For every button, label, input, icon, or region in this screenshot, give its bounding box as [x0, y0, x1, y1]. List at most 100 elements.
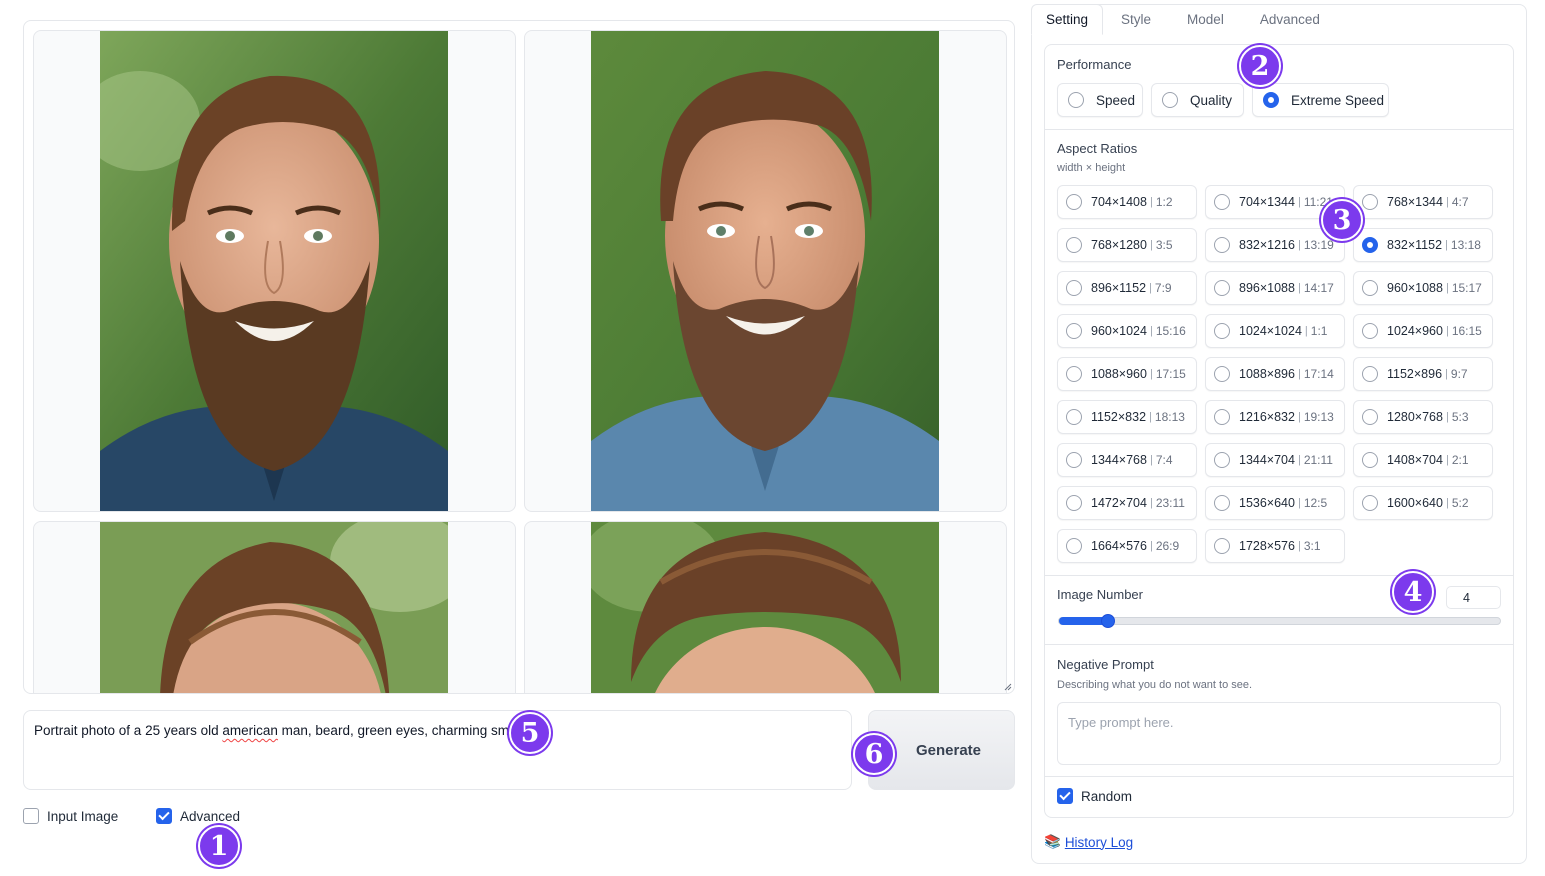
aspect-size: 1728×576	[1239, 539, 1295, 553]
aspect-ratio-option[interactable]: 1024×960 | 16:15	[1353, 314, 1493, 348]
separator: |	[1445, 325, 1449, 337]
aspect-ratio-option[interactable]: 1344×768 | 7:4	[1057, 443, 1197, 477]
aspect-size: 1280×768	[1387, 410, 1443, 424]
image-gallery	[23, 20, 1015, 694]
aspect-ratio-value: 21:11	[1303, 453, 1333, 467]
aspect-size: 1152×896	[1387, 367, 1443, 381]
aspect-ratio-option[interactable]: 1024×1024 | 1:1	[1205, 314, 1345, 348]
separator: |	[1445, 196, 1449, 208]
radio-icon	[1066, 194, 1082, 210]
separator: |	[1149, 497, 1153, 509]
step-badge-2: 2	[1239, 45, 1281, 87]
radio-icon	[1214, 409, 1230, 425]
performance-option-speed[interactable]: Speed	[1057, 83, 1143, 117]
radio-icon	[1214, 366, 1230, 382]
step-badge-6: 6	[853, 733, 895, 775]
aspect-ratio-value: 9:7	[1450, 367, 1468, 381]
gallery-image-4[interactable]	[524, 521, 1007, 693]
aspect-ratio-option[interactable]: 1152×896 | 9:7	[1353, 357, 1493, 391]
aspect-ratio-value: 15:17	[1451, 281, 1482, 295]
input-image-checkbox[interactable]: Input Image	[23, 808, 118, 824]
tab-setting[interactable]: Setting	[1031, 4, 1104, 35]
aspect-ratio-option[interactable]: 1280×768 | 5:3	[1353, 400, 1493, 434]
input-image-label: Input Image	[47, 808, 119, 824]
radio-icon	[1362, 323, 1378, 339]
radio-icon	[1066, 538, 1082, 554]
separator: |	[1149, 239, 1153, 251]
aspect-ratio-option[interactable]: 1408×704 | 2:1	[1353, 443, 1493, 477]
aspect-ratio-option[interactable]: 1728×576 | 3:1	[1205, 529, 1345, 563]
aspect-ratio-option[interactable]: 768×1280 | 3:5	[1057, 228, 1197, 262]
radio-icon	[1068, 92, 1084, 108]
history-log-link[interactable]: History Log	[1065, 835, 1133, 850]
aspect-size: 768×1344	[1387, 195, 1443, 209]
performance-option-extreme-speed[interactable]: Extreme Speed	[1252, 83, 1389, 117]
option-label: Quality	[1190, 92, 1233, 108]
gallery-image-3[interactable]	[33, 521, 516, 693]
separator: |	[1149, 540, 1153, 552]
aspect-ratio-option[interactable]: 896×1152 | 7:9	[1057, 271, 1197, 305]
separator: |	[1149, 196, 1153, 208]
aspect-ratio-option[interactable]: 832×1152 | 13:18	[1353, 228, 1493, 262]
aspect-ratio-value: 13:18	[1450, 238, 1481, 252]
separator: |	[1445, 497, 1449, 509]
aspect-ratio-option[interactable]: 1664×576 | 26:9	[1057, 529, 1197, 563]
aspect-ratio-value: 3:1	[1303, 539, 1321, 553]
gallery-image-2[interactable]	[524, 30, 1007, 512]
image-number-slider[interactable]	[1058, 614, 1501, 628]
aspect-size: 1024×1024	[1239, 324, 1302, 338]
aspect-ratio-option[interactable]: 1472×704 | 23:11	[1057, 486, 1197, 520]
aspect-ratio-option[interactable]: 960×1024 | 15:16	[1057, 314, 1197, 348]
aspect-ratio-value: 12:5	[1303, 496, 1328, 510]
aspect-ratio-option[interactable]: 832×1216 | 13:19	[1205, 228, 1345, 262]
aspect-ratio-value: 17:14	[1303, 367, 1334, 381]
aspect-size: 960×1088	[1387, 281, 1443, 295]
prompt-input[interactable]: Portrait photo of a 25 years old america…	[23, 710, 852, 790]
aspect-ratio-option[interactable]: 1216×832 | 19:13	[1205, 400, 1345, 434]
history-log[interactable]: 📚 History Log	[1044, 834, 1133, 850]
advanced-checkbox[interactable]: Advanced	[156, 808, 240, 824]
portrait-photo	[591, 31, 939, 511]
radio-icon	[1066, 237, 1082, 253]
separator: |	[1445, 454, 1449, 466]
negative-prompt-input[interactable]: Type prompt here.	[1057, 702, 1501, 765]
image-number-label: Image Number	[1057, 587, 1143, 602]
aspect-size: 704×1344	[1239, 195, 1295, 209]
prompt-text: Portrait photo of a 25 years old	[34, 723, 223, 738]
tab-model[interactable]: Model	[1169, 4, 1242, 35]
aspect-ratio-option[interactable]: 1600×640 | 5:2	[1353, 486, 1493, 520]
step-badge-5: 5	[509, 712, 551, 754]
performance-label: Performance	[1057, 57, 1132, 72]
gallery-image-1[interactable]	[33, 30, 516, 512]
aspect-ratio-option[interactable]: 1344×704 | 21:11	[1205, 443, 1345, 477]
slider-handle[interactable]	[1101, 614, 1115, 628]
aspect-size: 832×1216	[1239, 238, 1295, 252]
aspect-ratio-option[interactable]: 1088×896 | 17:14	[1205, 357, 1345, 391]
aspect-ratio-option[interactable]: 960×1088 | 15:17	[1353, 271, 1493, 305]
tab-style[interactable]: Style	[1103, 4, 1169, 35]
radio-icon	[1066, 409, 1082, 425]
aspect-ratio-option[interactable]: 1536×640 | 12:5	[1205, 486, 1345, 520]
separator: |	[1297, 540, 1301, 552]
resize-handle-icon[interactable]	[1002, 681, 1012, 691]
radio-icon	[1214, 323, 1230, 339]
aspect-size: 1088×960	[1091, 367, 1147, 381]
radio-icon	[1214, 237, 1230, 253]
checkbox-checked-icon	[1057, 788, 1073, 804]
step-badge-1: 1	[198, 825, 240, 867]
radio-icon	[1362, 409, 1378, 425]
aspect-ratio-option[interactable]: 896×1088 | 14:17	[1205, 271, 1345, 305]
prompt-text-misspelled: american	[222, 723, 278, 738]
divider	[1045, 129, 1513, 130]
aspect-ratio-option[interactable]: 704×1408 | 1:2	[1057, 185, 1197, 219]
tab-advanced[interactable]: Advanced	[1242, 4, 1338, 35]
separator: |	[1297, 411, 1301, 423]
aspect-ratio-option[interactable]: 1152×832 | 18:13	[1057, 400, 1197, 434]
random-checkbox[interactable]: Random	[1057, 788, 1132, 804]
aspect-ratio-option[interactable]: 1088×960 | 17:15	[1057, 357, 1197, 391]
separator: |	[1149, 454, 1153, 466]
image-number-input[interactable]: 4	[1446, 586, 1501, 609]
aspect-ratio-option[interactable]: 768×1344 | 4:7	[1353, 185, 1493, 219]
performance-option-quality[interactable]: Quality	[1151, 83, 1244, 117]
separator: |	[1149, 368, 1153, 380]
